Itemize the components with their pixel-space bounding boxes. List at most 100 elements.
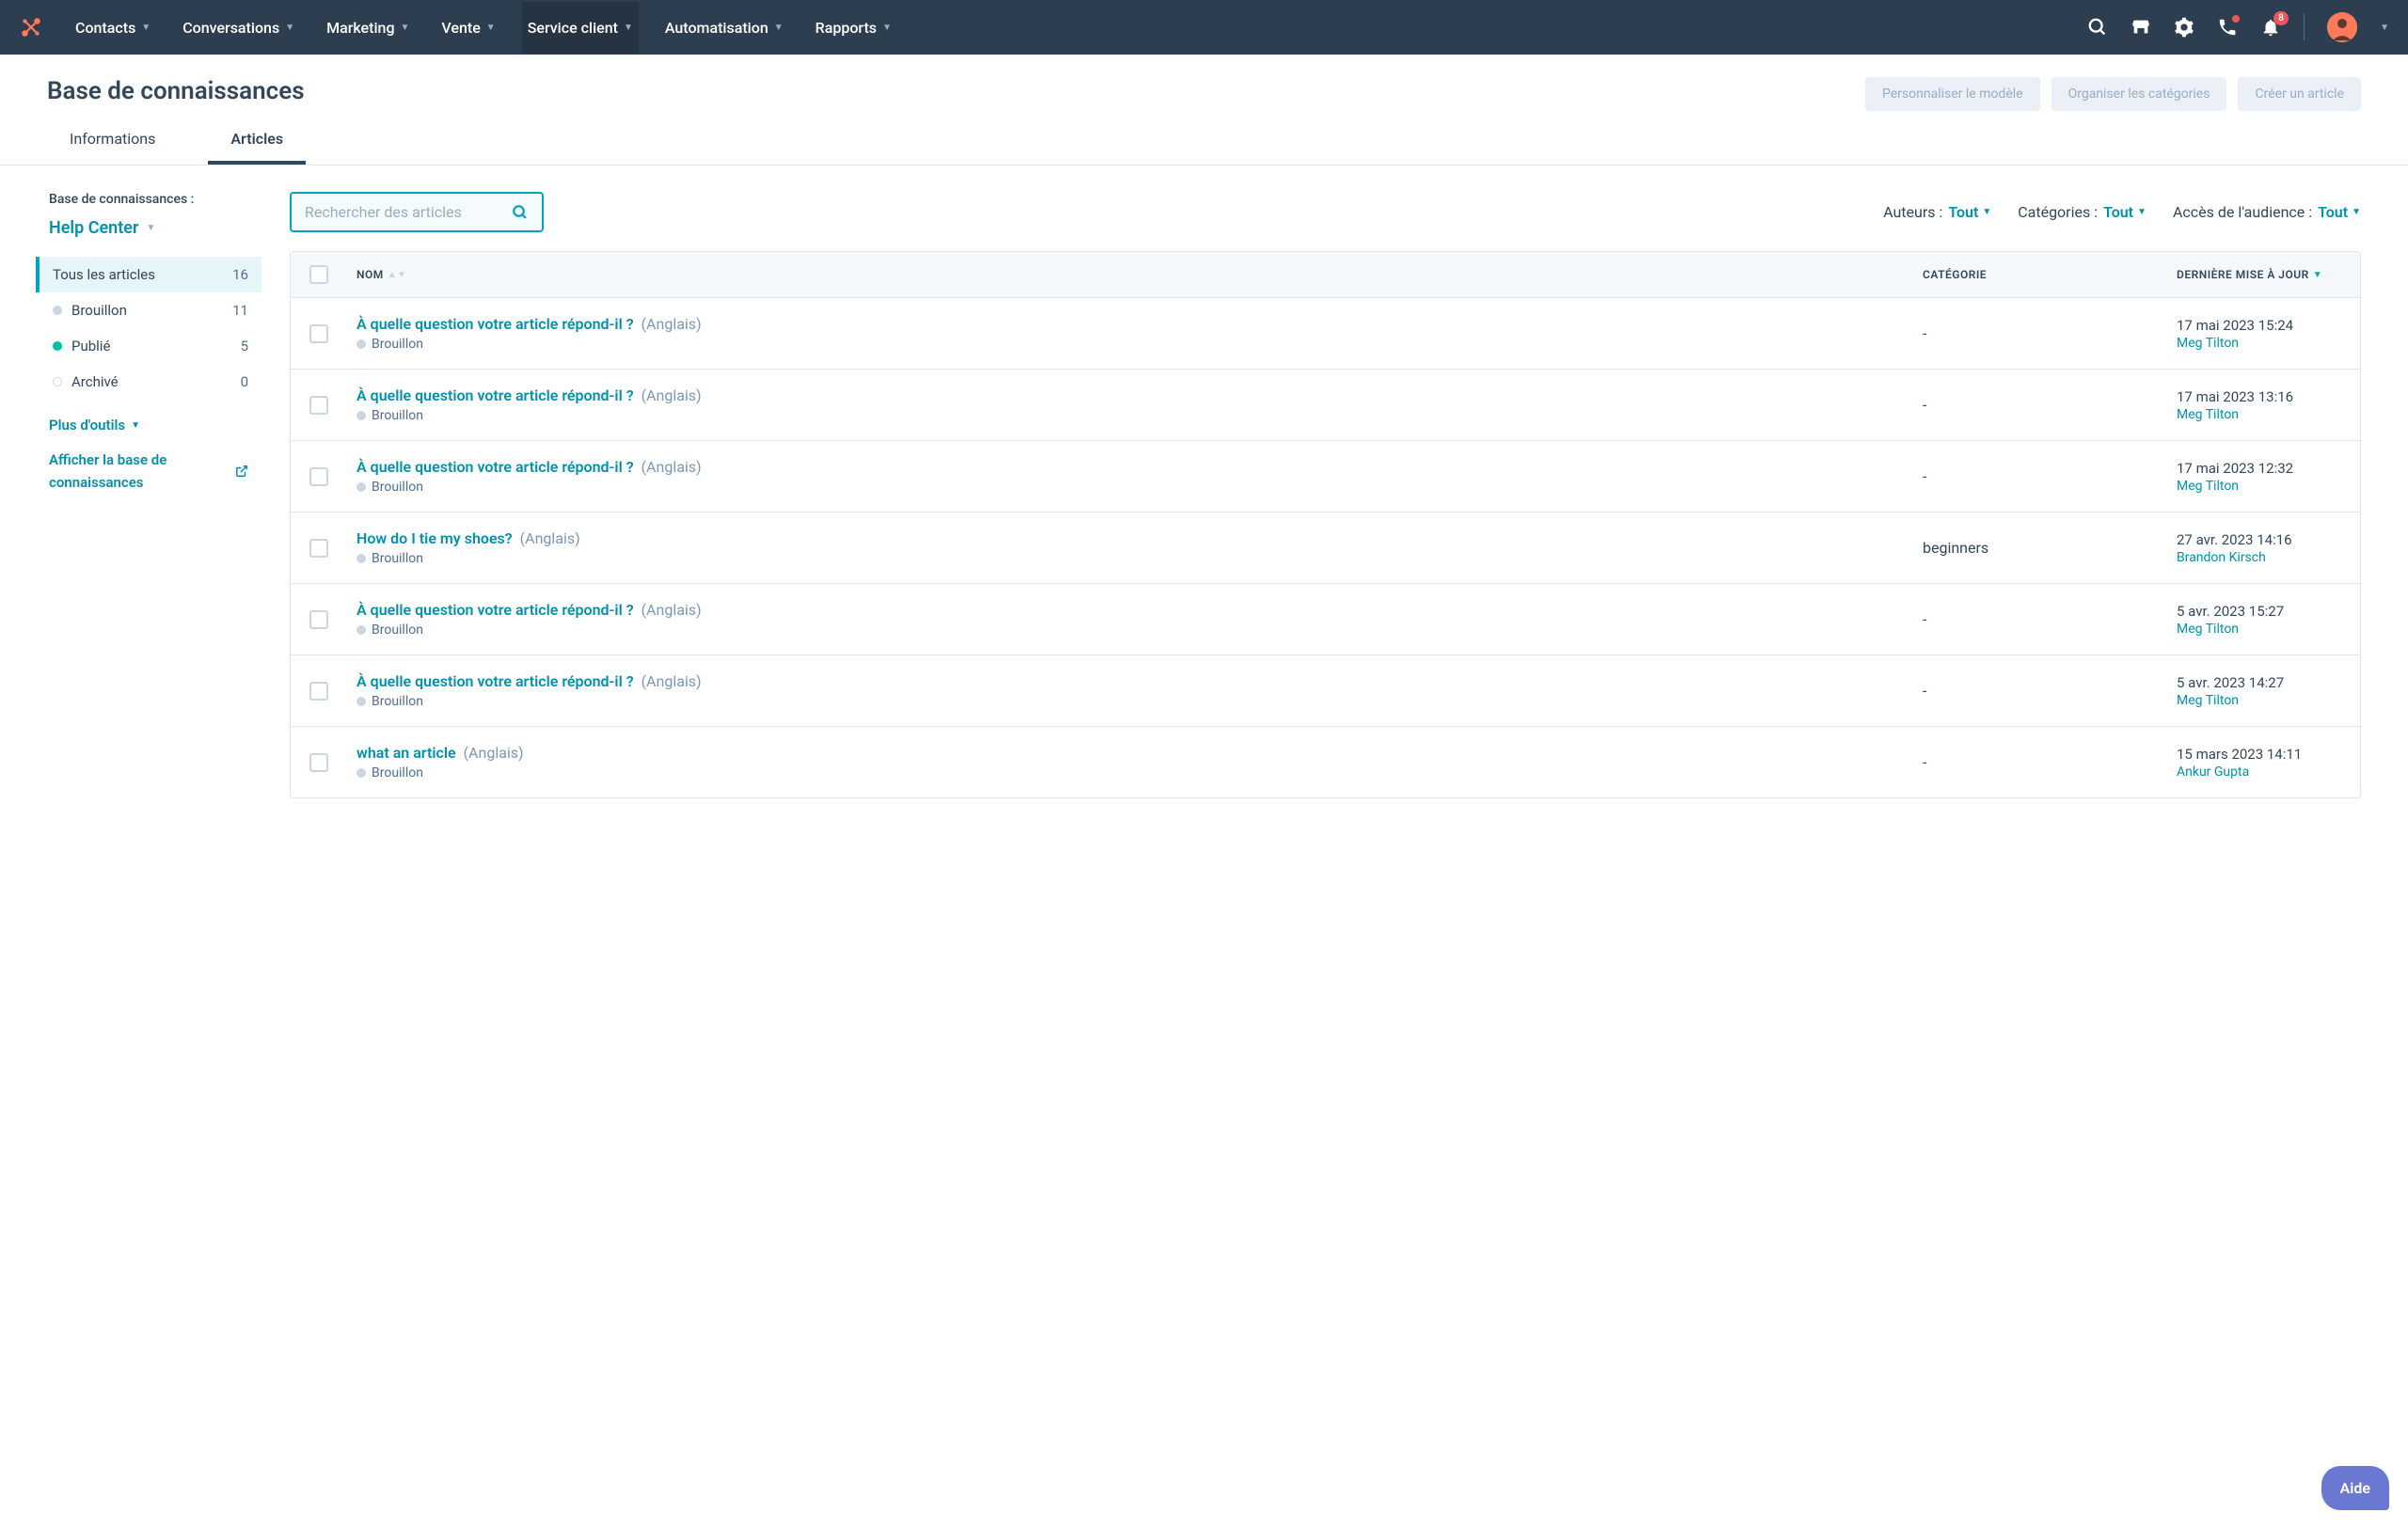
chevron-down-icon[interactable]: ▼: [2380, 23, 2389, 33]
updated-date: 17 mai 2023 15:24: [2177, 317, 2341, 334]
nav-item-rapports[interactable]: Rapports▼: [810, 2, 897, 54]
updated-date: 17 mai 2023 12:32: [2177, 460, 2341, 477]
nav-item-automatisation[interactable]: Automatisation▼: [659, 2, 789, 54]
article-status: Brouillon: [356, 337, 1923, 352]
cell-updated: 15 mars 2023 14:11Ankur Gupta: [2177, 746, 2341, 780]
create-article-button[interactable]: Créer un article: [2238, 77, 2361, 111]
customize-template-button[interactable]: Personnaliser le modèle: [1865, 77, 2040, 111]
status-dot-icon: [53, 341, 62, 351]
article-title-link[interactable]: How do I tie my shoes?: [356, 529, 513, 547]
kb-selector-value: Help Center: [49, 218, 138, 238]
updated-date: 15 mars 2023 14:11: [2177, 746, 2341, 763]
nav-item-marketing[interactable]: Marketing▼: [321, 2, 415, 54]
filter-label: Accès de l'audience :: [2173, 203, 2312, 221]
cell-category: -: [1923, 324, 2177, 342]
main-content: Auteurs : Tout▼ Catégories : Tout▼ Accès…: [290, 192, 2361, 798]
row-checkbox[interactable]: [309, 682, 328, 701]
chevron-down-icon: ▼: [146, 223, 155, 233]
view-kb-link[interactable]: Afficher la base de connaissances: [36, 441, 261, 501]
filter-count: 16: [232, 266, 248, 283]
sidebar-filter-archived[interactable]: Archivé 0: [36, 364, 261, 400]
cell-category: -: [1923, 682, 2177, 700]
nav-item-conversations[interactable]: Conversations▼: [177, 2, 300, 54]
updated-author-link[interactable]: Meg Tilton: [2177, 336, 2341, 351]
article-title-link[interactable]: À quelle question votre article répond-i…: [356, 672, 634, 690]
row-checkbox[interactable]: [309, 467, 328, 486]
row-checkbox[interactable]: [309, 396, 328, 415]
filter-count: 11: [232, 302, 248, 319]
cell-name: À quelle question votre article répond-i…: [356, 315, 1923, 352]
settings-icon[interactable]: [2174, 17, 2194, 38]
article-title-link[interactable]: À quelle question votre article répond-i…: [356, 601, 634, 619]
updated-author-link[interactable]: Meg Tilton: [2177, 407, 2341, 422]
cell-updated: 17 mai 2023 12:32 Meg Tilton: [2177, 460, 2341, 494]
nav-item-vente[interactable]: Vente▼: [436, 2, 500, 54]
sidebar-filter-published[interactable]: Publié 5: [36, 328, 261, 364]
header-updated[interactable]: Dernière mise à jour ▼: [2177, 268, 2341, 281]
select-all-checkbox[interactable]: [309, 265, 328, 284]
row-checkbox[interactable]: [309, 539, 328, 558]
notification-icon[interactable]: 8: [2260, 17, 2281, 38]
updated-author-link[interactable]: Meg Tilton: [2177, 693, 2341, 708]
article-language: (Anglais): [642, 386, 702, 404]
cell-name: How do I tie my shoes?(Anglais)Brouillon: [356, 529, 1923, 566]
notification-badge: 8: [2273, 11, 2289, 25]
cell-name: what an article(Anglais)Brouillon: [356, 744, 1923, 780]
chevron-down-icon: ▼: [624, 23, 633, 33]
row-checkbox[interactable]: [309, 753, 328, 772]
tab-articles[interactable]: Articles: [208, 130, 306, 165]
divider: [2304, 14, 2305, 40]
chevron-down-icon: ▼: [131, 420, 140, 431]
organize-categories-button[interactable]: Organiser les catégories: [2052, 77, 2227, 111]
external-link-icon: [235, 465, 248, 478]
kb-selector[interactable]: Help Center ▼: [36, 218, 261, 238]
search-icon[interactable]: [2087, 17, 2108, 38]
status-dot-icon: [356, 482, 366, 492]
updated-author-link[interactable]: Ankur Gupta: [2177, 764, 2341, 780]
article-title-link[interactable]: À quelle question votre article répond-i…: [356, 458, 634, 476]
header-name[interactable]: Nom ▲▼: [356, 268, 1923, 281]
filter-authors-value[interactable]: Tout▼: [1948, 203, 1991, 221]
hubspot-logo-icon[interactable]: [19, 15, 43, 39]
more-tools-link[interactable]: Plus d'outils ▼: [36, 409, 261, 441]
article-title-link[interactable]: what an article: [356, 744, 456, 762]
row-checkbox[interactable]: [309, 610, 328, 629]
updated-author-link[interactable]: Meg Tilton: [2177, 479, 2341, 494]
cell-category: -: [1923, 753, 2177, 771]
updated-author-link[interactable]: Meg Tilton: [2177, 622, 2341, 637]
sidebar-filter-all[interactable]: Tous les articles 16: [36, 257, 261, 292]
search-input[interactable]: [305, 203, 512, 221]
marketplace-icon[interactable]: [2131, 17, 2151, 38]
cell-name: À quelle question votre article répond-i…: [356, 386, 1923, 423]
page-title: Base de connaissances: [47, 77, 305, 105]
phone-icon[interactable]: [2217, 17, 2238, 38]
article-title-link[interactable]: À quelle question votre article répond-i…: [356, 315, 634, 333]
status-dot-icon: [53, 377, 62, 386]
row-checkbox[interactable]: [309, 324, 328, 343]
search-box[interactable]: [290, 192, 544, 232]
nav-item-contacts[interactable]: Contacts▼: [70, 2, 156, 54]
cell-updated: 17 mai 2023 13:16Meg Tilton: [2177, 388, 2341, 422]
filter-audience-value[interactable]: Tout▼: [2318, 203, 2361, 221]
table-row: How do I tie my shoes?(Anglais)Brouillon…: [291, 512, 2360, 584]
filter-label: Publié: [71, 338, 110, 355]
sidebar-filter-draft[interactable]: Brouillon 11: [36, 292, 261, 328]
tab-informations[interactable]: Informations: [47, 130, 178, 165]
chevron-down-icon: ▼: [486, 23, 496, 33]
chevron-down-icon: ▼: [2352, 207, 2361, 217]
filter-bar: Auteurs : Tout▼ Catégories : Tout▼ Accès…: [1883, 203, 2361, 221]
cell-name: À quelle question votre article répond-i…: [356, 601, 1923, 638]
filter-categories-value[interactable]: Tout▼: [2103, 203, 2147, 221]
article-status: Brouillon: [356, 765, 1923, 780]
status-dot-icon: [356, 697, 366, 706]
table-body: À quelle question votre article répond-i…: [291, 298, 2360, 797]
help-button[interactable]: Aide: [2321, 1466, 2389, 1510]
filter-count: 5: [241, 338, 248, 355]
nav-item-service-client[interactable]: Service client▼: [522, 2, 639, 54]
user-avatar[interactable]: [2327, 12, 2357, 42]
status-dot-icon: [356, 339, 366, 349]
updated-author-link[interactable]: Brandon Kirsch: [2177, 550, 2341, 565]
table-row: À quelle question votre article répond-i…: [291, 441, 2360, 512]
search-icon[interactable]: [512, 204, 529, 221]
article-title-link[interactable]: À quelle question votre article répond-i…: [356, 386, 634, 404]
